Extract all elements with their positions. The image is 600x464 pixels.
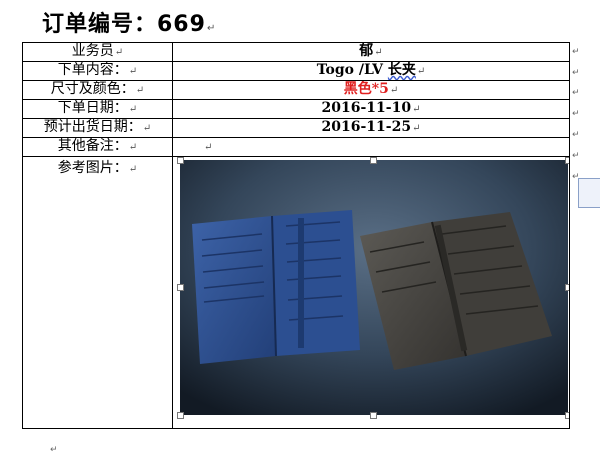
value-order-date[interactable]: 2016-11-10↵ — [172, 99, 570, 119]
label-notes: 其他备注：↵ — [22, 137, 173, 157]
label-salesperson: 业务员↵ — [22, 42, 173, 62]
table-row: 其他备注：↵ ↵ — [22, 137, 570, 157]
row-end-mark: ↵ — [572, 109, 580, 119]
layout-options-icon[interactable] — [578, 178, 600, 208]
resize-handle[interactable] — [565, 157, 569, 164]
row-end-mark: ↵ — [572, 151, 580, 161]
table-row: 下单内容：↵ Togo /LV 长夹↵ — [22, 61, 570, 81]
row-end-mark: ↵ — [572, 47, 580, 57]
table-row: 参考图片：↵ — [22, 156, 570, 429]
resize-handle[interactable] — [565, 412, 569, 419]
value-size-color[interactable]: 黑色*5↵ — [172, 80, 570, 100]
paragraph-mark: ↵ — [206, 23, 217, 34]
resize-handle[interactable] — [177, 157, 184, 164]
row-end-mark: ↵ — [572, 130, 580, 140]
label-order-date: 下单日期：↵ — [22, 99, 173, 119]
order-number-text: 订单编号：669 — [42, 12, 206, 37]
reference-image-cell[interactable] — [172, 156, 570, 429]
resize-handle[interactable] — [177, 284, 184, 291]
label-reference-image: 参考图片：↵ — [22, 156, 173, 429]
resize-handle[interactable] — [565, 284, 569, 291]
label-size-color: 尺寸及颜色：↵ — [22, 80, 173, 100]
label-order-content: 下单内容：↵ — [22, 61, 173, 81]
reference-image[interactable] — [177, 157, 569, 419]
table-row: 预计出货日期：↵ 2016-11-25↵ — [22, 118, 570, 138]
label-ship-date: 预计出货日期：↵ — [22, 118, 173, 138]
order-title: 订单编号：669↵ — [42, 6, 216, 38]
order-table: 业务员↵ 郁↵ 下单内容：↵ Togo /LV 长夹↵ 尺寸及颜色：↵ 黑色*5… — [22, 42, 570, 429]
resize-handle[interactable] — [177, 412, 184, 419]
value-notes[interactable]: ↵ — [172, 137, 570, 157]
wallet-photo — [180, 160, 568, 415]
table-row: 尺寸及颜色：↵ 黑色*5↵ — [22, 80, 570, 100]
blue-wallet — [192, 210, 360, 364]
value-ship-date[interactable]: 2016-11-25↵ — [172, 118, 570, 138]
resize-handle[interactable] — [370, 157, 377, 164]
table-row: 下单日期：↵ 2016-11-10↵ — [22, 99, 570, 119]
row-end-mark: ↵ — [572, 68, 580, 78]
spellcheck-word: 长夹 — [387, 62, 416, 79]
value-order-content[interactable]: Togo /LV 长夹↵ — [172, 61, 570, 81]
resize-handle[interactable] — [370, 412, 377, 419]
row-end-mark: ↵ — [572, 88, 580, 98]
table-row: 业务员↵ 郁↵ — [22, 42, 570, 62]
value-salesperson[interactable]: 郁↵ — [172, 42, 570, 62]
paragraph-mark: ↵ — [50, 445, 58, 455]
